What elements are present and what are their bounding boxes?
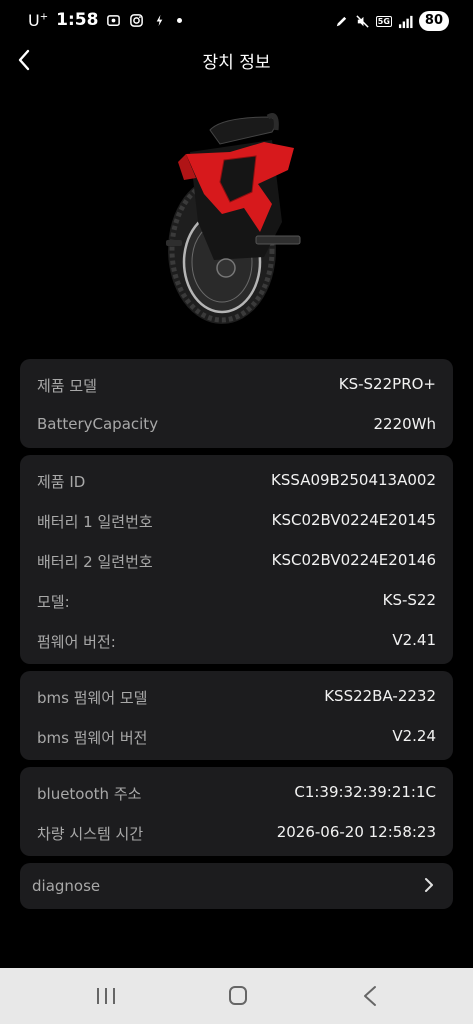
info-value: V2.41	[392, 631, 436, 649]
info-row-product-model: 제품 모델 KS-S22PRO+	[20, 364, 453, 404]
mute-icon	[356, 14, 369, 28]
diagnose-button[interactable]: diagnose	[20, 863, 453, 909]
info-row-bms-firmware-version: bms 펌웨어 버전 V2.24	[20, 716, 453, 756]
info-label: bluetooth 주소	[37, 785, 142, 803]
more-notifications-dot	[177, 17, 183, 23]
info-label: bms 펌웨어 버전	[37, 729, 148, 747]
pen-icon	[336, 16, 346, 26]
carrier-label: U+	[28, 10, 49, 30]
info-label: BatteryCapacity	[37, 415, 159, 433]
info-label: 제품 모델	[37, 377, 97, 395]
info-row-battery-1-serial: 배터리 1 일련번호 KSC02BV0224E20145	[20, 500, 453, 540]
info-row-model: 모델: KS-S22	[20, 580, 453, 620]
model-info-card: 제품 모델 KS-S22PRO+ BatteryCapacity 2220Wh	[20, 359, 453, 448]
home-icon[interactable]	[218, 982, 258, 1010]
info-label: 차량 시스템 시간	[37, 825, 144, 843]
status-left: U+ 1:58	[28, 10, 183, 30]
bms-info-card: bms 펌웨어 모델 KSS22BA-2232 bms 펌웨어 버전 V2.24	[20, 671, 453, 760]
info-row-product-id: 제품 ID KSSA09B250413A002	[20, 460, 453, 500]
info-value: KS-S22PRO+	[338, 375, 436, 393]
battery-level: 80	[418, 11, 449, 31]
instagram-icon	[130, 13, 144, 27]
info-value: 2220Wh	[373, 415, 436, 433]
info-label: bms 펌웨어 모델	[37, 689, 148, 707]
app-notification-icon	[157, 14, 163, 26]
page-title: 장치 정보	[202, 53, 271, 73]
network-type-label: 5G	[375, 15, 392, 27]
status-right: 5G 80	[334, 11, 449, 31]
back-icon[interactable]	[350, 982, 390, 1010]
app-header: 장치 정보	[0, 44, 473, 76]
info-value: KSC02BV0224E20146	[271, 551, 436, 569]
info-label: 펌웨어 버전:	[37, 633, 116, 651]
system-nav-bar	[0, 968, 473, 1024]
info-row-firmware-version: 펌웨어 버전: V2.41	[20, 620, 453, 660]
electric-unicycle-image	[166, 113, 301, 324]
connectivity-card: bluetooth 주소 C1:39:32:39:21:1C 차량 시스템 시간…	[20, 767, 453, 856]
signal-icon	[398, 15, 413, 28]
info-value: V2.24	[392, 727, 436, 745]
info-row-bluetooth-address: bluetooth 주소 C1:39:32:39:21:1C	[20, 772, 453, 812]
info-row-bms-firmware-model: bms 펌웨어 모델 KSS22BA-2232	[20, 676, 453, 716]
info-value: KS-S22	[382, 591, 436, 609]
chevron-right-icon	[425, 878, 433, 892]
info-row-battery-capacity: BatteryCapacity 2220Wh	[20, 404, 453, 444]
info-row-battery-2-serial: 배터리 2 일련번호 KSC02BV0224E20146	[20, 540, 453, 580]
info-value: KSC02BV0224E20145	[271, 511, 436, 529]
info-row-system-time: 차량 시스템 시간 2026-06-20 12:58:23	[20, 812, 453, 852]
info-label: 배터리 2 일련번호	[37, 553, 153, 571]
info-label: 모델:	[37, 593, 70, 611]
screenshot-icon	[107, 14, 121, 26]
diagnose-label: diagnose	[32, 877, 101, 895]
info-label: 배터리 1 일련번호	[37, 513, 153, 531]
info-value: C1:39:32:39:21:1C	[294, 783, 436, 801]
status-bar: U+ 1:58 5G 80	[0, 0, 473, 44]
info-value: KSS22BA-2232	[324, 687, 436, 705]
info-value: KSSA09B250413A002	[271, 471, 436, 489]
status-time: 1:58	[56, 10, 99, 30]
device-ids-card: 제품 ID KSSA09B250413A002 배터리 1 일련번호 KSC02…	[20, 455, 453, 664]
info-label: 제품 ID	[37, 473, 86, 491]
recents-icon[interactable]	[86, 982, 126, 1010]
info-value: 2026-06-20 12:58:23	[276, 823, 436, 841]
